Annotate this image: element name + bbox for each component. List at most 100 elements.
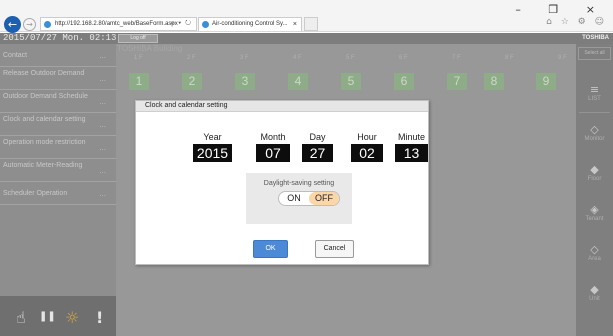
browser-chrome: ← → http://192.168.2.80/amtc_web/BaseFor… [0,0,613,33]
divider [579,112,610,113]
hour-value[interactable]: 02 [351,144,383,162]
more-dots: ... [99,143,106,152]
year-label: Year [203,132,222,142]
view-panel: Select all ≡ LIST ◇ Monitor ◆ Floor ◈ Tenant… [576,44,613,336]
floor-button-2[interactable]: 2 [182,73,202,90]
tenant-icon: ◈ [590,203,599,216]
floor-label: 3 F [240,55,249,61]
floor-label: 6 F [399,55,408,61]
more-dots: ... [99,189,106,198]
view-label: Tenant [585,216,604,222]
menu-item-label: Scheduler Operation [3,190,68,197]
view-tenant-button[interactable]: ◈ Tenant [576,203,613,223]
forward-arrow-icon[interactable]: → [23,18,36,31]
browser-tab[interactable]: Air-conditioning Control Sy... × [198,17,302,31]
floor-button-6[interactable]: 6 [394,73,414,90]
dst-off-option[interactable]: OFF [309,192,339,205]
window-controls[interactable]: – ❐ × [515,3,607,16]
more-dots: ... [99,120,106,129]
hour-label: Hour [357,132,377,142]
menu-item-label: Operation mode restriction [3,139,86,146]
ie-page-icon [44,21,51,28]
menu-item-label: Automatic Meter-Reading [3,162,83,169]
view-floor-button[interactable]: ◆ Floor [576,164,613,183]
select-all-button[interactable]: Select all [578,47,611,60]
floor-button-7[interactable]: 7 [447,73,467,90]
daylight-saving-label: Daylight-saving setting [263,180,335,187]
view-label: Area [588,256,601,262]
minute-value[interactable]: 13 [395,144,428,162]
address-tools[interactable]: ⌕ ▾ ↻ [170,18,192,30]
year-value[interactable]: 2015 [193,144,232,162]
unit-icon: ◆ [590,283,599,296]
floor-label: 5 F [346,55,355,61]
address-bar[interactable]: http://192.168.2.80/amtc_web/BaseForm.as… [40,17,197,31]
view-area-button[interactable]: ◇ Area [576,243,613,263]
browser-toolbar-icons[interactable]: ⌂ ☆ ⚙ ☺ [546,17,607,27]
floor-button-8[interactable]: 8 [484,73,504,90]
monitor-icon: ◇ [590,123,599,136]
month-field: Month 07 [256,131,290,162]
day-field: Day 27 [302,131,333,162]
floor-label: 1 F [134,55,143,61]
pause-icon[interactable]: ❚❚ [39,311,56,322]
more-dots: ... [99,74,106,83]
tab-page-icon [202,21,209,28]
floor-label: 2 F [187,55,196,61]
view-unit-button[interactable]: ◆ Unit [576,283,613,303]
day-value[interactable]: 27 [302,144,333,162]
daylight-saving-toggle[interactable]: ON OFF [278,191,340,206]
alert-icon[interactable]: ! [96,308,103,327]
ok-button[interactable]: OK [253,240,288,258]
menu-item-automatic-meter-reading[interactable]: Automatic Meter-Reading... [0,159,116,182]
brand-logo: TOSHIBA [582,35,609,41]
app-header: 2015/07/27 Mon. 02:13 Log off TOSHIBA [0,33,613,44]
month-value[interactable]: 07 [256,144,290,162]
address-url: http://192.168.2.80/amtc_web/BaseForm.as… [55,21,178,27]
month-label: Month [260,132,286,142]
clock-calendar-dialog: Clock and calendar setting Year 2015 Mon… [135,100,429,265]
logout-button[interactable]: Log off [118,34,158,43]
building-name: TOSHIBA Building [117,44,183,53]
menu-item-label: Contact [3,52,28,59]
hand-pointer-icon[interactable]: ☝ [16,308,26,327]
year-field: Year 2015 [193,131,232,162]
view-label: Monitor [584,136,605,142]
function-menu: Contact... Release Outdoor Demand... Out… [0,44,116,296]
view-list-button[interactable]: ≡ LIST [576,83,613,103]
cancel-button[interactable]: Cancel [315,240,354,258]
menu-item-release-outdoor-demand[interactable]: Release Outdoor Demand... [0,67,116,90]
floor-button-4[interactable]: 4 [288,73,308,90]
floor-button-5[interactable]: 5 [341,73,361,90]
bottom-toolbar: ☝ ❚❚ ☼ ! [0,296,116,336]
view-label: Floor [587,176,602,182]
more-dots: ... [99,51,106,60]
more-dots: ... [99,97,106,106]
menu-item-scheduler-operation[interactable]: Scheduler Operation... [0,182,116,205]
minute-label: Minute [397,132,425,142]
floor-label: 4 F [293,55,302,61]
datetime-display: 2015/07/27 Mon. 02:13 [3,33,117,43]
menu-item-label: Clock and calendar setting [3,116,86,123]
floor-button-9[interactable]: 9 [536,73,556,90]
sun-gear-icon[interactable]: ☼ [65,308,79,327]
menu-item-label: Release Outdoor Demand [3,70,85,77]
floor-label: 7 F [452,55,461,61]
floor-button-3[interactable]: 3 [235,73,255,90]
menu-item-operation-mode-restriction[interactable]: Operation mode restriction... [0,136,116,159]
day-label: Day [309,132,326,142]
menu-item-outdoor-demand-schedule[interactable]: Outdoor Demand Schedule... [0,90,116,113]
floor-button-1[interactable]: 1 [129,73,149,90]
new-tab-button[interactable] [304,17,318,31]
view-monitor-button[interactable]: ◇ Monitor [576,123,613,143]
area-icon: ◇ [590,243,599,256]
daylight-saving-panel: Daylight-saving setting ON OFF [246,173,352,224]
menu-item-contact[interactable]: Contact... [0,44,116,67]
back-arrow-icon[interactable]: ← [4,16,21,33]
menu-item-label: Outdoor Demand Schedule [3,93,88,100]
list-icon: ≡ [589,83,600,96]
tab-close-icon[interactable]: × [293,18,297,31]
dst-on-option[interactable]: ON [279,192,309,205]
menu-item-clock-calendar[interactable]: Clock and calendar setting... [0,113,116,136]
floor-label: 8 F [505,55,514,61]
